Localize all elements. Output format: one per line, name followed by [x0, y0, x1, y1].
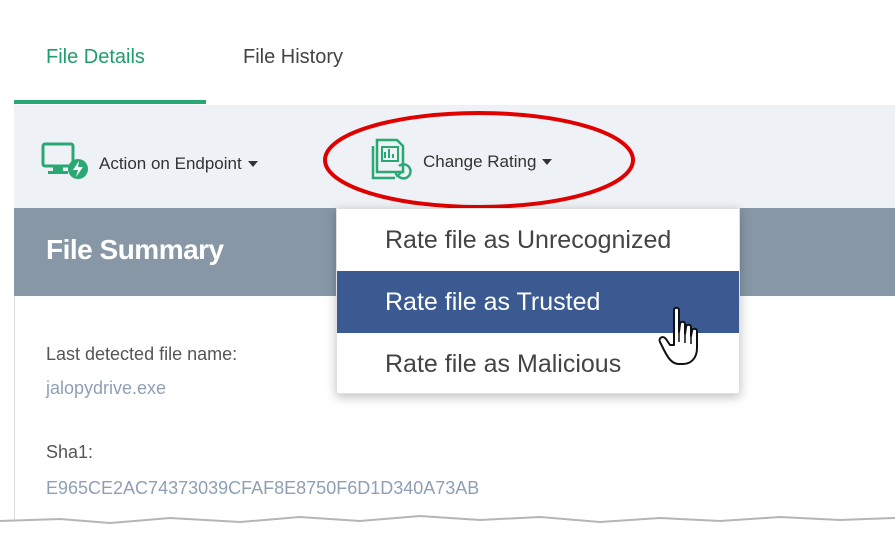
action-on-endpoint-button[interactable]: Action on Endpoint	[41, 142, 258, 185]
change-rating-label: Change Rating	[423, 152, 553, 172]
tab-file-history[interactable]: File History	[243, 46, 343, 69]
sha1-label: Sha1:	[46, 442, 94, 462]
menu-item-rate-unrecognized[interactable]: Rate file as Unrecognized	[337, 209, 739, 271]
last-detected-file-name-label: Last detected file name:	[46, 344, 238, 364]
action-on-endpoint-label: Action on Endpoint	[99, 154, 258, 174]
file-summary-title: File Summary	[46, 234, 224, 265]
change-rating-icon	[369, 136, 415, 187]
change-rating-dropdown: Rate file as Unrecognized Rate file as T…	[336, 208, 740, 394]
last-detected-file-name-value: jalopydrive.exe	[46, 378, 167, 398]
tab-file-details[interactable]: File Details	[46, 46, 145, 69]
chevron-down-icon	[247, 161, 258, 168]
endpoint-monitor-icon	[41, 142, 91, 185]
active-tab-indicator	[14, 100, 206, 104]
tab-bar: File Details File History	[14, 10, 895, 105]
menu-item-rate-malicious[interactable]: Rate file as Malicious	[337, 333, 739, 395]
menu-item-rate-trusted[interactable]: Rate file as Trusted	[337, 271, 739, 333]
toolbar: Action on Endpoint Change Rating	[14, 105, 895, 208]
change-rating-button[interactable]: Change Rating	[369, 136, 553, 187]
chevron-down-icon	[542, 159, 553, 166]
sha1-value: E965CE2AC74373039CFAF8E8750F6D1D340A73AB	[46, 478, 480, 498]
